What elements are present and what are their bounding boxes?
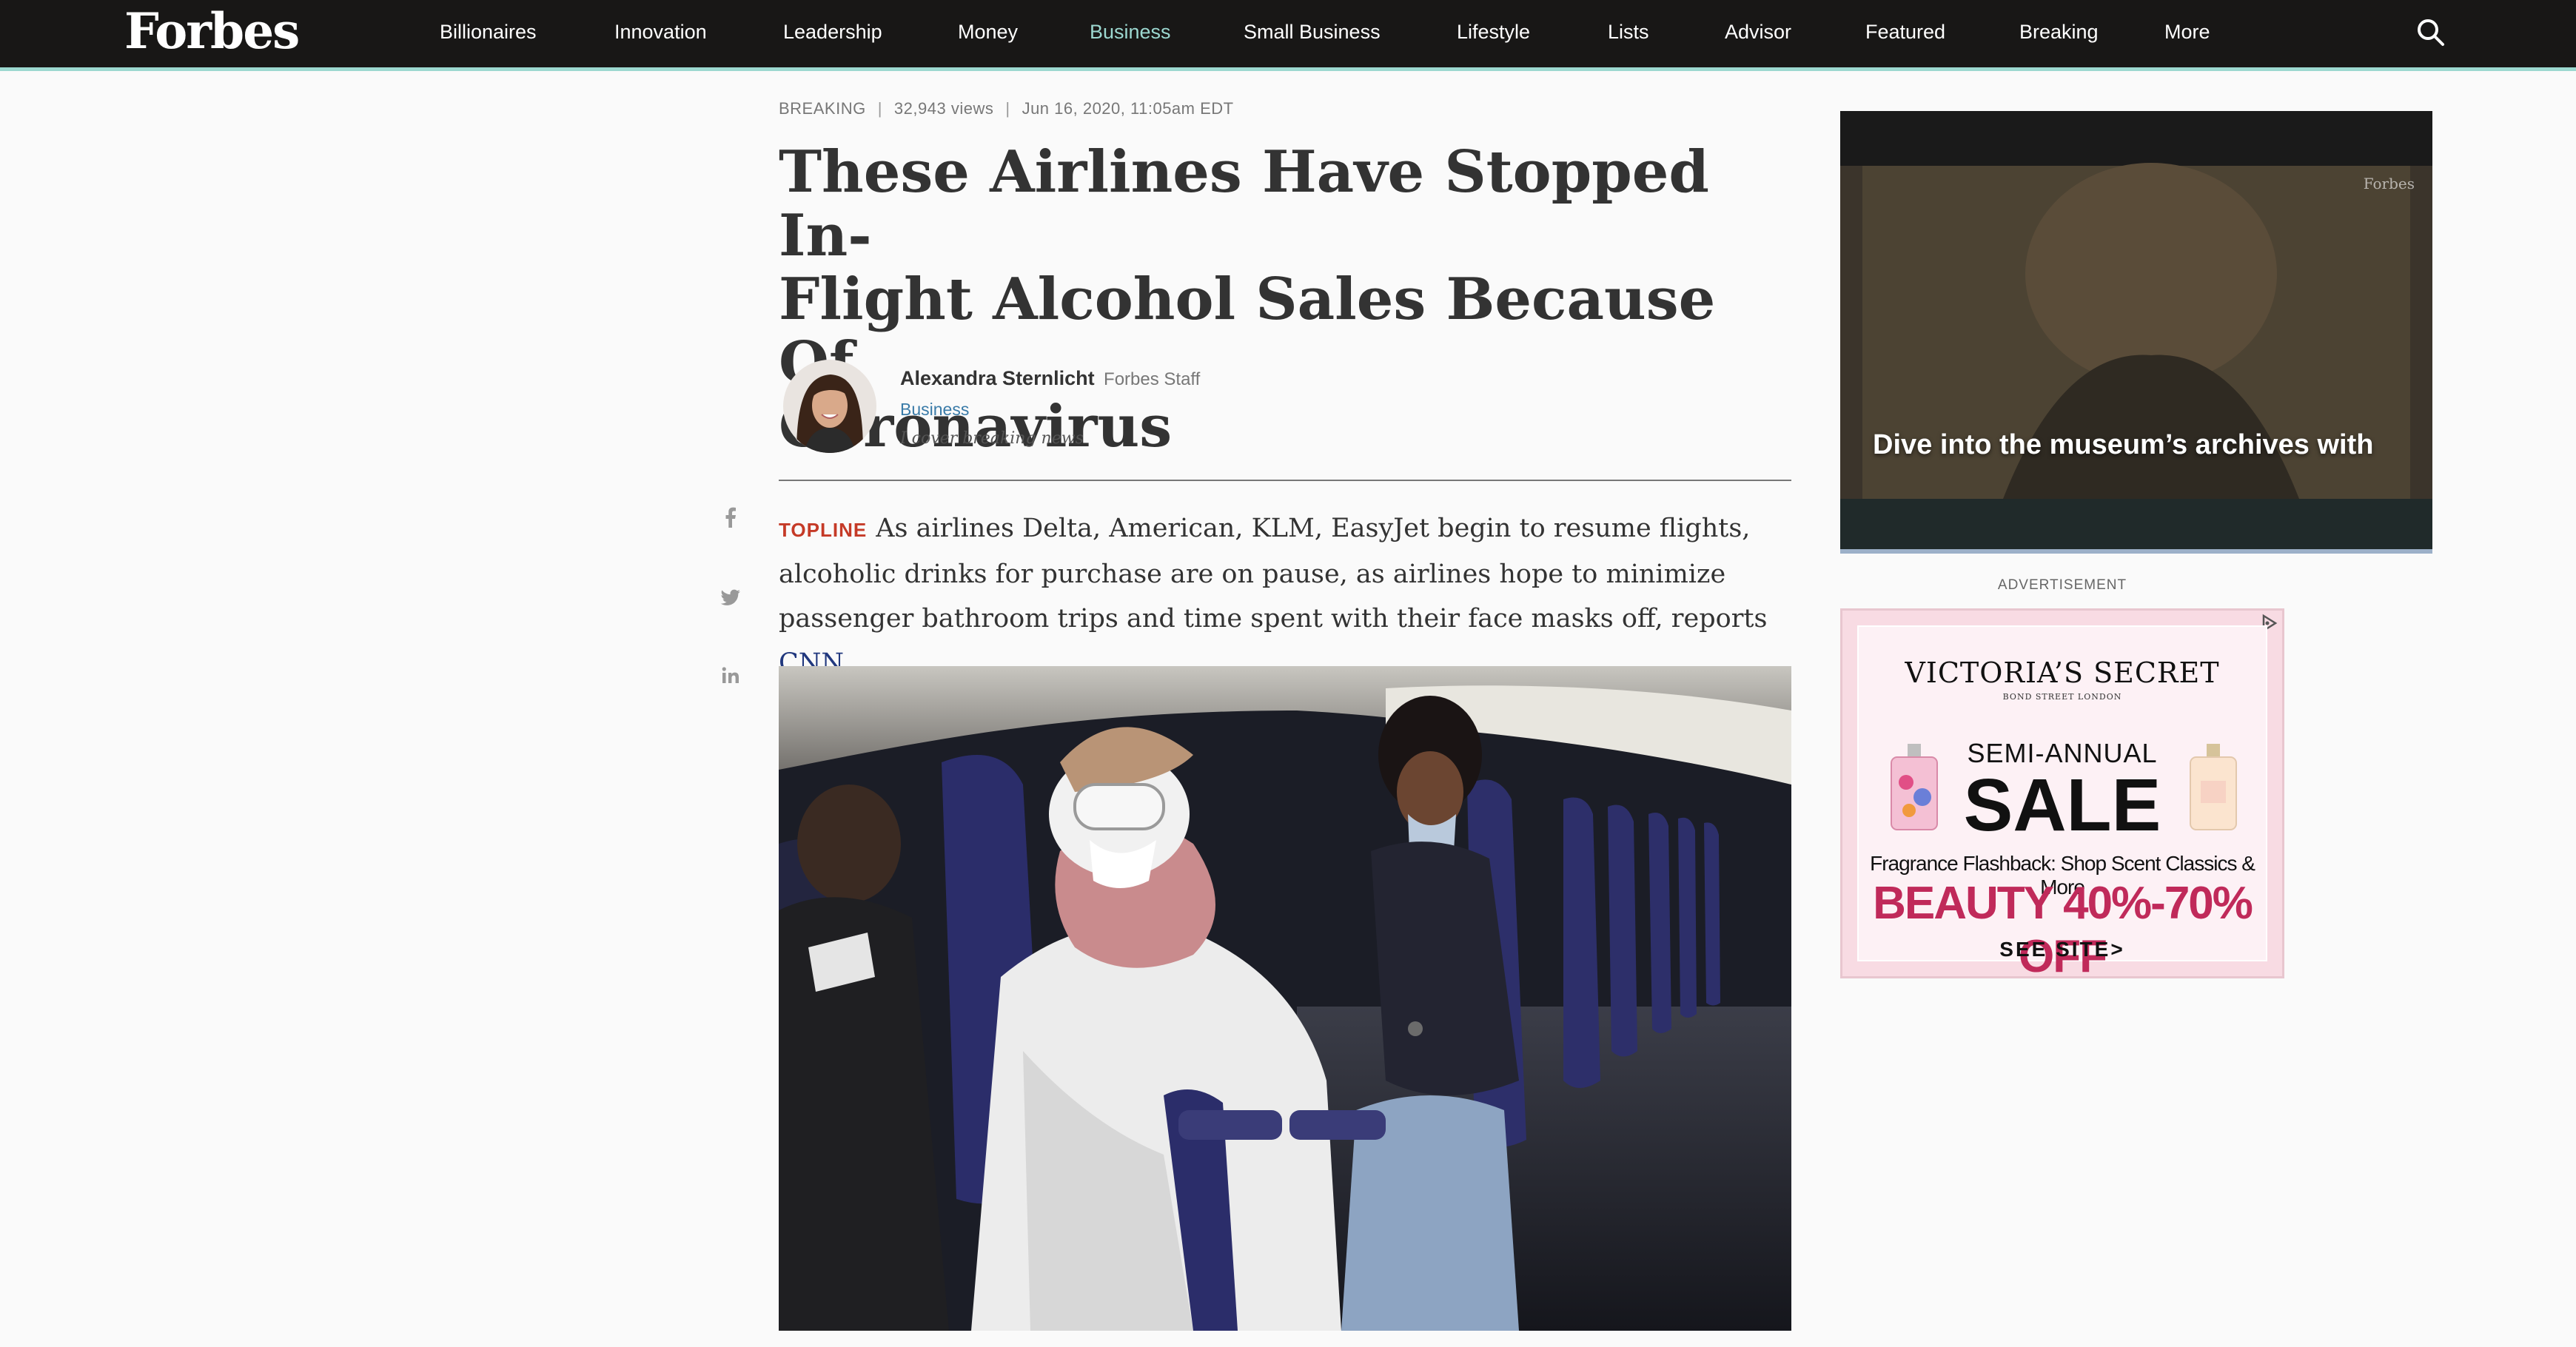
nav-item-breaking[interactable]: Breaking [2019,0,2099,67]
ad-inner-panel: VICTORIA’S SECRET BOND STREET LONDON SEM… [1857,625,2267,982]
article-main-photo[interactable] [779,666,1791,1331]
nav-item-lists[interactable]: Lists [1608,0,1649,67]
ad-sale: SALE [1963,764,2161,847]
author-bio: I cover breaking news [900,429,1084,448]
nav-item-billionaires[interactable]: Billionaires [440,0,537,67]
video-player[interactable]: Forbes Dive into the museum’s archives w… [1840,111,2432,554]
topline-paragraph: TOPLINE As airlines Delta, American, KLM,… [779,506,1793,685]
meta-date: Jun 16, 2020, 11:05am EDT [1022,99,1234,118]
nav-item-innovation[interactable]: Innovation [614,0,707,67]
forbes-logo[interactable]: Forbes [124,1,300,61]
video-frame [1840,111,2432,554]
nav-item-leadership[interactable]: Leadership [783,0,882,67]
nav-item-small-business[interactable]: Small Business [1244,0,1381,67]
author-role: Forbes Staff [1104,369,1201,389]
ad-brand-sub: BOND STREET LONDON [2002,692,2122,702]
author-name[interactable]: Alexandra Sternlicht [900,367,1095,389]
author-row: Alexandra Sternlicht Forbes Staff [900,367,1200,390]
video-caption: Dive into the museum’s archives with [1873,429,2374,460]
byline-divider [779,480,1791,481]
video-watermark: Forbes [2363,175,2415,192]
twitter-icon[interactable] [720,586,742,608]
nav-item-lifestyle[interactable]: Lifestyle [1457,0,1530,67]
article-meta: BREAKING | 32,943 views | Jun 16, 2020, 11:0… [779,99,1234,118]
search-icon[interactable] [2415,16,2447,49]
nav-item-advisor[interactable]: Advisor [1725,0,1791,67]
video-progress-bar[interactable] [1840,549,2432,554]
meta-views: 32,943 views [893,99,994,118]
nav-item-business[interactable]: Business [1090,0,1171,67]
author-avatar[interactable] [783,360,876,453]
victorias-secret-ad[interactable]: VICTORIA’S SECRET BOND STREET LONDON SEM… [1840,608,2284,982]
nav-item-money[interactable]: Money [958,0,1018,67]
airplane-cabin-photo [779,666,1791,1331]
headline-line-1: These Airlines Have Stopped In- [779,138,1709,269]
ad-see-site-button[interactable]: SEE SITE> [1859,938,2266,961]
ad-brand: VICTORIA’S SECRET [1905,656,2220,689]
ad-beauty-discount: BEAUTY 40%-70% OFF [1873,878,2253,982]
topline-label: TOPLINE [779,519,868,541]
top-navigation-bar: Forbes Billionaires Innovation Leadershi… [0,0,2576,71]
facebook-icon[interactable] [720,506,742,528]
linkedin-icon[interactable] [720,665,742,687]
nav-item-featured[interactable]: Featured [1865,0,1945,67]
author-section-link[interactable]: Business [900,400,969,420]
meta-section[interactable]: BREAKING [779,99,866,118]
advertisement-label: ADVERTISEMENT [1997,577,2127,593]
topline-text: As airlines Delta, American, KLM, EasyJe… [779,514,1768,634]
nav-item-more[interactable]: More [2164,0,2210,67]
